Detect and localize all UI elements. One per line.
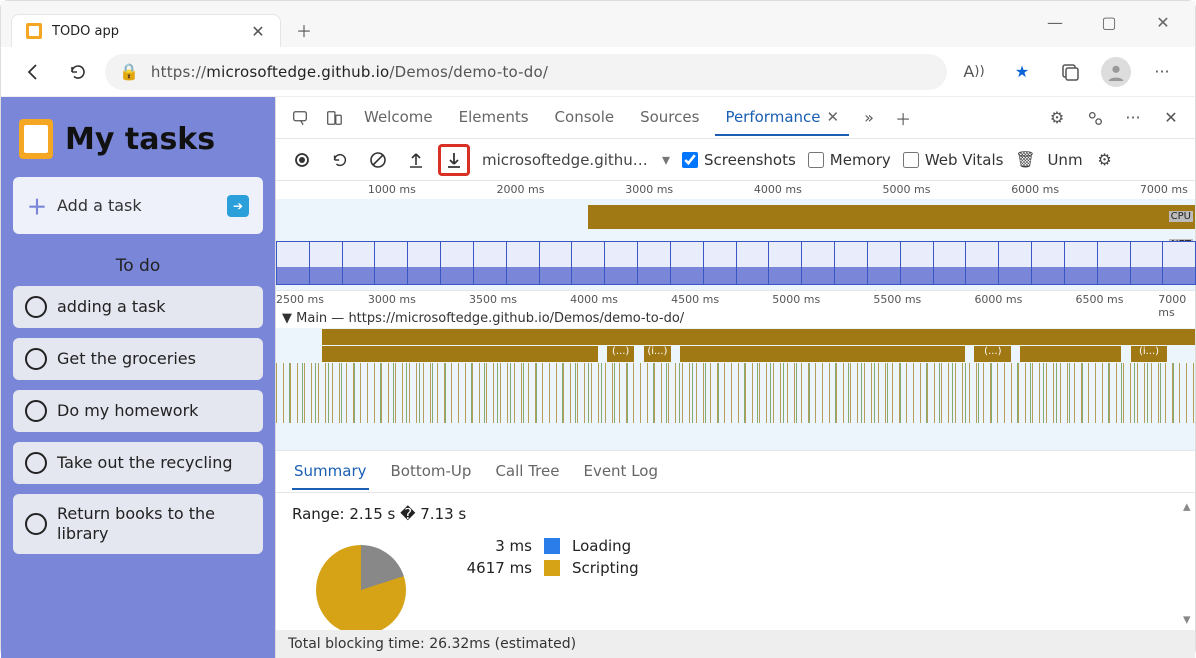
record-button[interactable] [286, 144, 318, 176]
submit-icon[interactable]: ➔ [227, 195, 249, 217]
tab-call-tree[interactable]: Call Tree [493, 454, 561, 490]
add-task-button[interactable]: ＋ Add a task ➔ [13, 177, 263, 234]
new-tab-button[interactable]: ＋ [287, 13, 321, 47]
checkbox-icon[interactable] [25, 296, 47, 318]
task-item[interactable]: Return books to the library [13, 494, 263, 554]
add-task-label: Add a task [57, 196, 142, 215]
checkbox-icon[interactable] [25, 348, 47, 370]
summary-panel: Range: 2.15 s � 7.13 s 3 ms Loading 4617… [276, 493, 1195, 658]
detail-tabs: Summary Bottom-Up Call Tree Event Log [276, 451, 1195, 493]
performance-toolbar: microsoftedge.github.i… ▾ Screenshots Me… [276, 139, 1195, 181]
clipboard-icon [19, 119, 53, 159]
more-tabs-icon[interactable]: » [855, 104, 883, 132]
app-sidebar: My tasks ＋ Add a task ➔ To do adding a t… [1, 97, 275, 658]
tab-welcome[interactable]: Welcome [354, 100, 443, 136]
save-profile-button[interactable] [438, 144, 470, 176]
main-thread-label[interactable]: ▼ Main — https://microsoftedge.github.io… [276, 309, 1195, 328]
browser-titlebar: TODO app ✕ ＋ — ▢ ✕ [1, 1, 1195, 47]
inspect-icon[interactable] [286, 104, 314, 132]
cpu-lane-label: CPU [1169, 211, 1193, 222]
checkbox-icon[interactable] [25, 400, 47, 422]
task-item[interactable]: Take out the recycling [13, 442, 263, 484]
blocking-time-status: Total blocking time: 26.32ms (estimated) [276, 630, 1195, 658]
webvitals-checkbox[interactable]: Web Vitals [903, 151, 1004, 169]
summary-pie [316, 545, 406, 635]
tab-performance[interactable]: Performance✕ [715, 100, 849, 136]
window-controls: — ▢ ✕ [1035, 3, 1195, 47]
checkbox-icon[interactable] [25, 513, 47, 535]
swatch-icon [544, 538, 560, 554]
task-item[interactable]: adding a task [13, 286, 263, 328]
close-icon[interactable]: ✕ [827, 108, 840, 126]
tab-elements[interactable]: Elements [449, 100, 539, 136]
app-title-text: My tasks [65, 122, 215, 157]
url-text: https://microsoftedge.github.io/Demos/de… [151, 63, 548, 81]
tab-summary[interactable]: Summary [292, 454, 369, 490]
legend-row: 4617 ms Scripting [292, 559, 1179, 577]
swatch-icon [544, 560, 560, 576]
back-button[interactable] [17, 55, 51, 89]
capture-settings-icon[interactable]: ⚙ [1089, 144, 1121, 176]
tab-title: TODO app [52, 24, 240, 39]
lock-icon: 🔒 [119, 62, 139, 81]
address-bar: 🔒 https://microsoftedge.github.io/Demos/… [1, 47, 1195, 97]
devtools-tabs: Welcome Elements Console Sources Perform… [276, 97, 1195, 139]
collections-icon[interactable] [1053, 55, 1087, 89]
task-item[interactable]: Get the groceries [13, 338, 263, 380]
close-tab-icon[interactable]: ✕ [250, 23, 266, 39]
tab-bottom-up[interactable]: Bottom-Up [389, 454, 474, 490]
settings-icon[interactable]: ⚙ [1043, 104, 1071, 132]
close-devtools-icon[interactable]: ✕ [1157, 104, 1185, 132]
dropdown-icon[interactable]: ▾ [662, 150, 670, 169]
cpu-activity [588, 205, 1195, 229]
close-window-icon[interactable]: ✕ [1143, 7, 1183, 37]
favorite-icon[interactable]: ★ [1005, 55, 1039, 89]
screenshot-strip [276, 241, 1195, 285]
screenshots-checkbox[interactable]: Screenshots [682, 151, 796, 169]
legend-row: 3 ms Loading [292, 537, 1179, 555]
flame-chart[interactable]: 2500 ms 3000 ms 3500 ms 4000 ms 4500 ms … [276, 291, 1195, 451]
scroll-down-icon[interactable]: ▾ [1183, 610, 1193, 628]
clear-button[interactable] [362, 144, 394, 176]
memory-checkbox[interactable]: Memory [808, 151, 891, 169]
reload-record-button[interactable] [324, 144, 356, 176]
minimize-icon[interactable]: — [1035, 7, 1075, 37]
refresh-button[interactable] [61, 55, 95, 89]
overview-ruler: 1000 ms 2000 ms 3000 ms 4000 ms 5000 ms … [276, 181, 1195, 199]
range-text: Range: 2.15 s � 7.13 s [292, 505, 1179, 523]
flame-ruler: 2500 ms 3000 ms 3500 ms 4000 ms 4500 ms … [276, 291, 1195, 309]
maximize-icon[interactable]: ▢ [1089, 7, 1129, 37]
favicon-icon [26, 23, 42, 39]
profile-name[interactable]: microsoftedge.github.i… [476, 151, 656, 169]
app-title: My tasks [19, 119, 257, 159]
url-field[interactable]: 🔒 https://microsoftedge.github.io/Demos/… [105, 54, 947, 90]
plus-icon: ＋ [27, 191, 47, 220]
tab-console[interactable]: Console [545, 100, 625, 136]
delete-icon[interactable]: 🗑 [1009, 144, 1041, 176]
feedback-icon[interactable] [1081, 104, 1109, 132]
section-title: To do [13, 256, 263, 276]
profile-avatar[interactable] [1101, 57, 1131, 87]
truncated-option[interactable]: Unm [1047, 151, 1082, 169]
load-profile-button[interactable] [400, 144, 432, 176]
devtools-panel: Welcome Elements Console Sources Perform… [275, 97, 1195, 658]
tab-event-log[interactable]: Event Log [581, 454, 660, 490]
checkbox-icon[interactable] [25, 452, 47, 474]
scroll-up-icon[interactable]: ▴ [1183, 497, 1193, 515]
tab-sources[interactable]: Sources [630, 100, 709, 136]
overview-panel[interactable]: 1000 ms 2000 ms 3000 ms 4000 ms 5000 ms … [276, 181, 1195, 291]
task-item[interactable]: Do my homework [13, 390, 263, 432]
more-icon[interactable]: ··· [1119, 104, 1147, 132]
browser-tab[interactable]: TODO app ✕ [11, 14, 281, 47]
device-toggle-icon[interactable] [320, 104, 348, 132]
more-icon[interactable]: ··· [1145, 55, 1179, 89]
add-tab-icon[interactable]: ＋ [889, 104, 917, 132]
read-aloud-icon[interactable]: A)) [957, 55, 991, 89]
